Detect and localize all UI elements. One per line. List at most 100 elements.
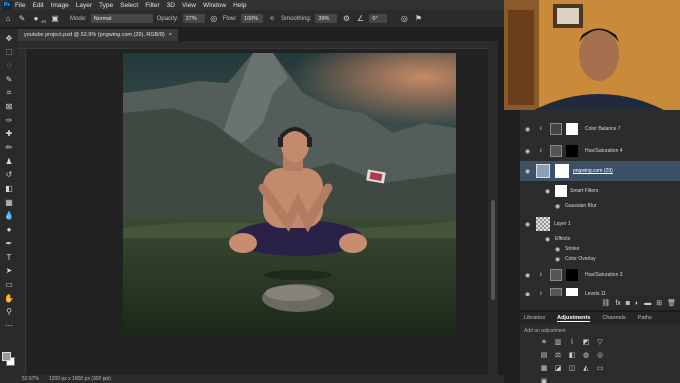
tab-libraries[interactable]: Libraries bbox=[524, 315, 545, 321]
channel-mixer-icon[interactable]: ◎ bbox=[596, 351, 604, 359]
angle-icon[interactable]: ∠ bbox=[355, 14, 365, 24]
brush-tool-icon[interactable]: ✎ bbox=[17, 14, 27, 24]
quick-select-tool-icon[interactable]: ✎ bbox=[4, 74, 15, 85]
trash-icon[interactable]: 🗑 bbox=[667, 299, 676, 307]
mode-select[interactable]: Normal bbox=[90, 14, 153, 23]
eye-icon[interactable]: ◉ bbox=[555, 256, 561, 263]
tab-channels[interactable]: Channels bbox=[602, 315, 625, 321]
layer-row[interactable]: ◉ ℓ Hue/Saturation 3 bbox=[520, 268, 680, 282]
menu-3d[interactable]: 3D bbox=[167, 2, 175, 9]
fx-icon[interactable]: fx bbox=[615, 300, 620, 307]
pen-tool-icon[interactable]: ✒ bbox=[4, 238, 15, 249]
document-tab[interactable]: youtube project.psd @ 52.9% (pngwing.com… bbox=[18, 29, 178, 41]
adjustment-layer-icon[interactable]: ◐ bbox=[635, 300, 639, 307]
healing-brush-tool-icon[interactable]: ✚ bbox=[4, 129, 15, 140]
invert-icon[interactable]: ◪ bbox=[554, 364, 562, 372]
zoom-level[interactable]: 52.67% bbox=[22, 376, 39, 382]
layer-row[interactable]: ◉ Smart Filters bbox=[520, 184, 680, 198]
color-balance-icon[interactable]: ⚖ bbox=[554, 351, 562, 359]
curves-icon[interactable]: ⌇ bbox=[568, 338, 576, 346]
eye-icon[interactable]: ◉ bbox=[545, 188, 551, 195]
gradient-map-icon[interactable]: ▭ bbox=[596, 364, 604, 372]
document-canvas[interactable] bbox=[123, 53, 456, 335]
layer-row[interactable]: ◉ Layer 1 bbox=[520, 216, 680, 232]
tab-adjustments[interactable]: Adjustments bbox=[557, 315, 591, 322]
home-icon[interactable]: ⌂ bbox=[3, 14, 13, 24]
layer-row[interactable]: ◉ ℓ Hue/Saturation 4 bbox=[520, 144, 680, 158]
eye-icon[interactable]: ◉ bbox=[555, 246, 561, 253]
pressure-size-icon[interactable]: ◎ bbox=[399, 14, 409, 24]
menu-layer[interactable]: Layer bbox=[76, 2, 92, 9]
gear-icon[interactable]: ⚙ bbox=[341, 14, 351, 24]
blur-tool-icon[interactable]: 💧 bbox=[4, 211, 15, 222]
gradient-tool-icon[interactable]: ▦ bbox=[4, 197, 15, 208]
menu-edit[interactable]: Edit bbox=[32, 2, 43, 9]
symmetry-icon[interactable]: ⚑ bbox=[413, 14, 423, 24]
crop-tool-icon[interactable]: ⌗ bbox=[4, 88, 15, 99]
marquee-tool-icon[interactable]: ⬚ bbox=[4, 47, 15, 58]
menu-file[interactable]: File bbox=[15, 2, 25, 9]
menu-view[interactable]: View bbox=[182, 2, 196, 9]
black-white-icon[interactable]: ◧ bbox=[568, 351, 576, 359]
move-tool-icon[interactable]: ✥ bbox=[4, 33, 15, 44]
brush-preset-icon[interactable]: ● bbox=[31, 14, 41, 24]
eye-icon[interactable]: ◉ bbox=[555, 203, 561, 210]
layer-row[interactable]: ◉ ℓ Color Balance 7 bbox=[520, 122, 680, 136]
close-icon[interactable]: × bbox=[169, 32, 172, 38]
eye-icon[interactable]: ◉ bbox=[525, 272, 531, 279]
layer-row[interactable]: ◉ Effects bbox=[520, 234, 680, 244]
menu-filter[interactable]: Filter bbox=[145, 2, 159, 9]
menu-type[interactable]: Type bbox=[99, 2, 113, 9]
vertical-scrollbar-thumb[interactable] bbox=[491, 200, 495, 300]
history-brush-tool-icon[interactable]: ↺ bbox=[4, 170, 15, 181]
flow-field[interactable]: 100% bbox=[241, 14, 264, 23]
new-group-icon[interactable]: ▬ bbox=[644, 300, 651, 307]
pressure-opacity-icon[interactable]: ◎ bbox=[209, 14, 219, 24]
frame-tool-icon[interactable]: ⊠ bbox=[4, 101, 15, 112]
levels-icon[interactable]: ▥ bbox=[554, 338, 562, 346]
tab-paths[interactable]: Paths bbox=[638, 315, 652, 321]
lasso-tool-icon[interactable]: ◌ bbox=[4, 60, 15, 71]
more-tools-icon[interactable]: ⋯ bbox=[4, 320, 15, 331]
brush-settings-icon[interactable]: ▣ bbox=[50, 14, 60, 24]
new-layer-icon[interactable]: ⊞ bbox=[656, 299, 662, 307]
layer-row[interactable]: ◉ Stroke bbox=[520, 244, 680, 254]
brightness-icon[interactable]: ☀ bbox=[540, 338, 548, 346]
zoom-tool-icon[interactable]: ⚲ bbox=[4, 307, 15, 318]
airbrush-icon[interactable]: ✧ bbox=[267, 14, 277, 24]
dodge-tool-icon[interactable]: ● bbox=[4, 225, 15, 236]
eraser-tool-icon[interactable]: ◧ bbox=[4, 184, 15, 195]
menu-window[interactable]: Window bbox=[203, 2, 226, 9]
posterize-icon[interactable]: ◫ bbox=[568, 364, 576, 372]
brush-tool-icon[interactable]: ✏ bbox=[4, 143, 15, 154]
eye-icon[interactable]: ◉ bbox=[545, 236, 551, 243]
path-select-tool-icon[interactable]: ➤ bbox=[4, 266, 15, 277]
selective-color-icon[interactable]: ▣ bbox=[540, 377, 548, 383]
layer-row-selected[interactable]: ◉ pngwing.com (29) bbox=[520, 161, 680, 181]
layer-row[interactable]: ◉ Gaussian Blur bbox=[520, 200, 680, 212]
foreground-color-swatch[interactable] bbox=[2, 352, 11, 361]
menu-help[interactable]: Help bbox=[233, 2, 246, 9]
menu-image[interactable]: Image bbox=[51, 2, 69, 9]
menu-select[interactable]: Select bbox=[120, 2, 138, 9]
exposure-icon[interactable]: ◩ bbox=[582, 338, 590, 346]
shape-tool-icon[interactable]: ▭ bbox=[4, 279, 15, 290]
vibrance-icon[interactable]: ▽ bbox=[596, 338, 604, 346]
eye-icon[interactable]: ◉ bbox=[525, 221, 531, 228]
angle-field[interactable]: 0° bbox=[369, 14, 388, 23]
eyedropper-tool-icon[interactable]: ✑ bbox=[4, 115, 15, 126]
hand-tool-icon[interactable]: ✋ bbox=[4, 293, 15, 304]
eye-icon[interactable]: ◉ bbox=[525, 148, 531, 155]
clone-stamp-tool-icon[interactable]: ♟ bbox=[4, 156, 15, 167]
eye-icon[interactable]: ◉ bbox=[525, 168, 531, 175]
smoothing-field[interactable]: 39% bbox=[315, 14, 338, 23]
color-lookup-icon[interactable]: ▦ bbox=[540, 364, 548, 372]
layer-row[interactable]: ◉ Color Overlay bbox=[520, 254, 680, 264]
photo-filter-icon[interactable]: ◍ bbox=[582, 351, 590, 359]
link-layers-icon[interactable]: ⛓ bbox=[601, 299, 610, 307]
opacity-field[interactable]: 27% bbox=[182, 14, 205, 23]
threshold-icon[interactable]: ◭ bbox=[582, 364, 590, 372]
type-tool-icon[interactable]: T bbox=[4, 252, 15, 263]
eye-icon[interactable]: ◉ bbox=[525, 126, 531, 133]
add-mask-icon[interactable]: ◙ bbox=[626, 300, 630, 307]
